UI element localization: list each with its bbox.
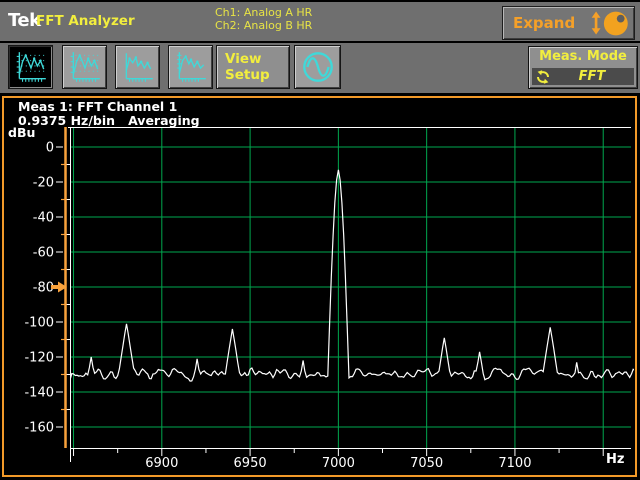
svg-text:0: 0 xyxy=(46,141,54,156)
svg-text:-80: -80 xyxy=(33,281,54,296)
chart-axes xyxy=(56,127,631,462)
fft-analyzer-screen: Tek FFT Analyzer Ch1: Analog A HR Ch2: A… xyxy=(0,0,640,480)
ch1-label: Ch1: Analog A HR xyxy=(215,6,312,19)
fft-trace xyxy=(70,170,635,381)
svg-text:6900: 6900 xyxy=(145,456,178,471)
expand-marker-arrow[interactable] xyxy=(51,282,67,293)
svg-text:-140: -140 xyxy=(24,386,54,401)
y-axis-unit-label: dBu xyxy=(8,125,35,140)
svg-text:-40: -40 xyxy=(33,211,54,226)
x-axis-tick-labels: 6900 6950 7000 7050 7100 xyxy=(145,456,531,471)
svg-text:7050: 7050 xyxy=(410,456,443,471)
expand-button[interactable]: Expand xyxy=(502,6,635,40)
top-bar: Tek FFT Analyzer Ch1: Analog A HR Ch2: A… xyxy=(0,0,640,41)
meas-mode-button[interactable]: Meas. Mode FFT xyxy=(528,46,638,89)
chart-grid xyxy=(70,127,631,448)
svg-text:-100: -100 xyxy=(24,316,54,331)
channel-info: Ch1: Analog A HR Ch2: Analog B HR xyxy=(215,6,312,32)
view-button-spectrum-1[interactable] xyxy=(8,45,53,89)
measurement-subtitle: 0.9375 Hz/bin Averaging xyxy=(18,113,200,128)
view-button-waveform-2[interactable] xyxy=(168,45,213,89)
view-button-spectrum-2[interactable] xyxy=(62,45,107,89)
view-setup-button[interactable]: View Setup xyxy=(216,45,290,89)
up-down-arrow-icon xyxy=(589,10,603,36)
app-title: FFT Analyzer xyxy=(36,13,135,29)
svg-text:7000: 7000 xyxy=(322,456,355,471)
view-button-waveform-1[interactable] xyxy=(115,45,160,89)
svg-text:-120: -120 xyxy=(24,351,54,366)
measurement-title: Meas 1: FFT Channel 1 xyxy=(18,99,177,114)
spectrum-grid-icon xyxy=(67,49,103,85)
spectrum-grid-icon xyxy=(13,49,49,85)
knob-icon[interactable] xyxy=(603,9,629,38)
display-frame xyxy=(3,97,636,476)
meas-mode-label: Meas. Mode xyxy=(529,47,637,67)
ch2-label: Ch2: Analog B HR xyxy=(215,19,312,32)
sine-wave-icon xyxy=(299,48,337,86)
y-axis-tick-labels: 0 -20 -40 -60 -80 -100 -120 -140 -160 xyxy=(24,141,54,436)
generator-button[interactable] xyxy=(294,45,341,89)
svg-text:-160: -160 xyxy=(24,421,54,436)
toolbar: View Setup Meas. Mode xyxy=(0,43,640,93)
expand-label: Expand xyxy=(513,14,575,32)
x-axis-unit-label: Hz xyxy=(606,452,624,467)
view-setup-label-line2: Setup xyxy=(225,67,289,83)
svg-text:-20: -20 xyxy=(33,176,54,191)
meas-mode-value: FFT xyxy=(550,69,634,84)
cycle-arrows-icon xyxy=(536,70,550,84)
view-setup-label-line1: View xyxy=(225,51,289,67)
meas-mode-value-row: FFT xyxy=(532,68,634,85)
svg-text:6950: 6950 xyxy=(234,456,267,471)
waveform-icon xyxy=(120,49,156,85)
svg-text:7100: 7100 xyxy=(498,456,531,471)
svg-text:-60: -60 xyxy=(33,246,54,261)
waveform-axis-icon xyxy=(173,49,209,85)
expand-cursor[interactable] xyxy=(51,127,67,448)
